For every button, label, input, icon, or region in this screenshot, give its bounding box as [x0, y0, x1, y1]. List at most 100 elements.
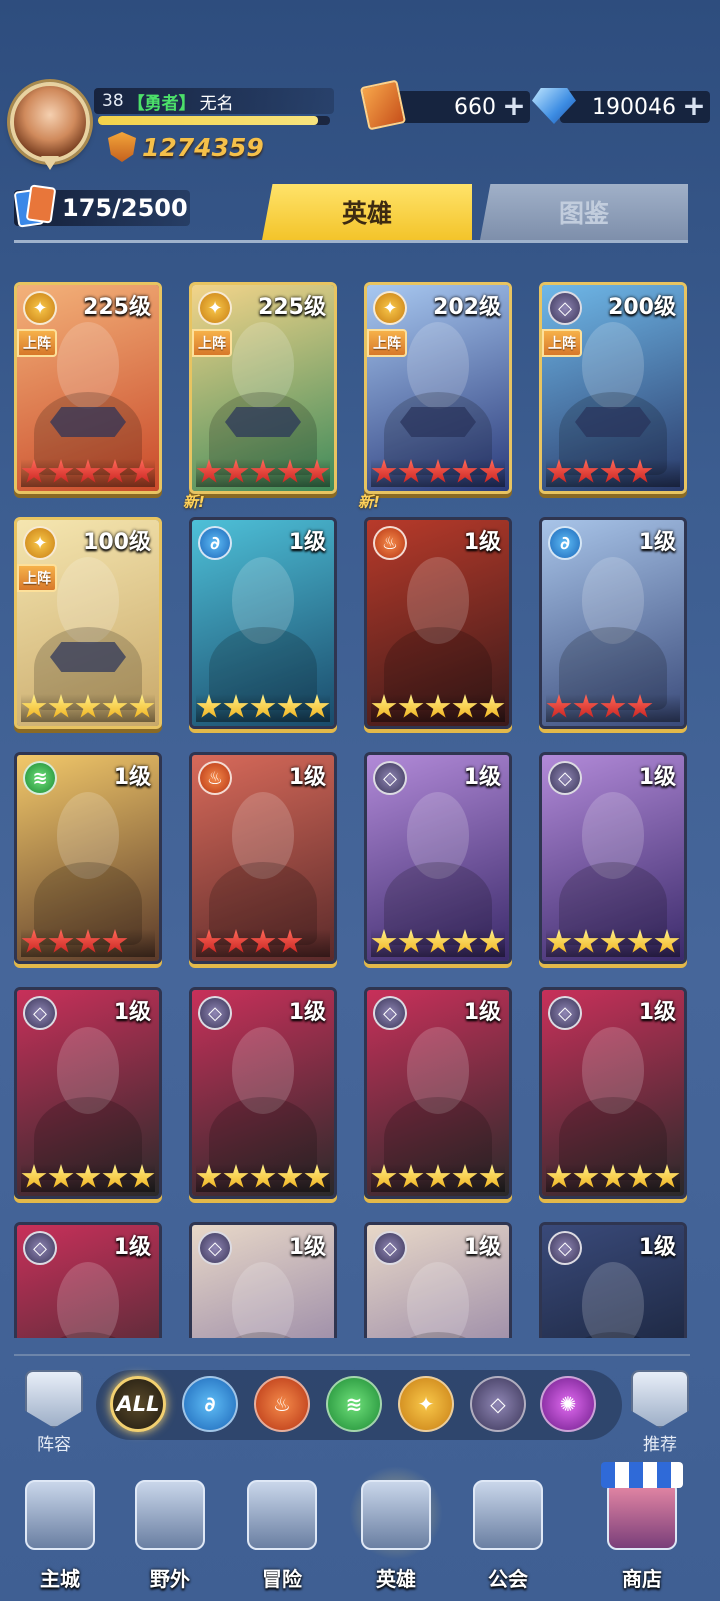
- tab-divider: [14, 240, 688, 243]
- star-icon: [196, 459, 222, 483]
- filter-fire-button[interactable]: ♨: [254, 1376, 310, 1432]
- tab-heroes[interactable]: 英雄: [262, 184, 472, 240]
- player-level: 38: [102, 91, 124, 111]
- divider: [14, 1354, 690, 1356]
- star-icon: [425, 929, 451, 953]
- hero-capacity-value: 175/2500: [62, 194, 188, 222]
- star-icon: [21, 929, 47, 953]
- nav-label: 公会: [488, 1567, 528, 1591]
- deployed-badge: 上阵: [17, 564, 57, 592]
- tab-codex-label: 图鉴: [558, 199, 609, 228]
- add-tickets-plus-icon[interactable]: +: [502, 92, 526, 120]
- hero-card[interactable]: ✦ 225级 上阵: [189, 282, 337, 494]
- hero-card[interactable]: ◇ 1级: [364, 987, 512, 1199]
- star-icon: [102, 1164, 128, 1188]
- hero-card[interactable]: ◇ 1级: [539, 987, 687, 1199]
- star-icon: [479, 1164, 505, 1188]
- hero-card[interactable]: ∂ 1级: [539, 517, 687, 729]
- void-faction-icon: ◇: [373, 1231, 407, 1265]
- star-icon: [371, 1164, 397, 1188]
- nav-wild[interactable]: 野外: [120, 1462, 220, 1601]
- star-icon: [479, 929, 505, 953]
- nav-guild[interactable]: 公会: [458, 1462, 558, 1601]
- star-icon: [277, 929, 303, 953]
- star-icon: [304, 694, 330, 718]
- star-icon: [627, 459, 653, 483]
- hero-level: 1级: [463, 1235, 501, 1260]
- star-icon: [75, 929, 101, 953]
- hero-level: 1级: [638, 765, 676, 790]
- hero-card[interactable]: ◇ 200级 上阵: [539, 282, 687, 494]
- nav-label: 冒险: [262, 1567, 302, 1591]
- hero-card[interactable]: ◇ 1级: [14, 987, 162, 1199]
- star-rating: [371, 459, 505, 487]
- filter-void-button[interactable]: ◇: [470, 1376, 526, 1432]
- nav-main-city[interactable]: 主城: [10, 1462, 110, 1601]
- star-icon: [425, 459, 451, 483]
- star-icon: [304, 1164, 330, 1188]
- star-icon: [654, 1164, 680, 1188]
- nav-label: 野外: [150, 1567, 190, 1591]
- star-rating: [196, 459, 330, 487]
- star-icon: [452, 929, 478, 953]
- hero-card[interactable]: ✦ 202级 上阵: [364, 282, 512, 494]
- void-faction-icon: ◇: [548, 1231, 582, 1265]
- player-avatar[interactable]: [10, 82, 90, 162]
- hero-card[interactable]: ◇ 1级: [364, 1222, 512, 1338]
- void-faction-icon: ◇: [198, 1231, 232, 1265]
- recommend-button[interactable]: 推荐: [630, 1370, 690, 1455]
- water-faction-icon: ∂: [198, 526, 232, 560]
- nav-heroes[interactable]: 英雄: [346, 1462, 446, 1601]
- tab-codex[interactable]: 图鉴: [480, 184, 688, 240]
- star-icon: [425, 694, 451, 718]
- filter-wind-button[interactable]: ≋: [326, 1376, 382, 1432]
- nav-label: 商店: [622, 1567, 662, 1591]
- nav-adventure[interactable]: 冒险: [232, 1462, 332, 1601]
- hero-grid: ✦ 225级 上阵 ✦ 225级 上阵 ✦ 202级 上阵 ◇ 200级 上阵 ✦ 100级 上阵 ∂ 1级 新!…: [0, 282, 720, 1338]
- hero-card[interactable]: ♨ 1级: [364, 517, 512, 729]
- hero-level: 1级: [638, 530, 676, 555]
- void-faction-icon: ◇: [548, 761, 582, 795]
- star-icon: [546, 1164, 572, 1188]
- void-faction-icon: ◇: [23, 996, 57, 1030]
- star-icon: [223, 929, 249, 953]
- hero-card[interactable]: ∂ 1级: [189, 517, 337, 729]
- void-faction-icon: ◇: [373, 761, 407, 795]
- hero-level: 1级: [638, 1000, 676, 1025]
- filter-water-button[interactable]: ∂: [182, 1376, 238, 1432]
- star-icon: [452, 1164, 478, 1188]
- nav-shop[interactable]: 商店: [592, 1462, 692, 1601]
- lineup-shield-icon: [25, 1370, 83, 1428]
- add-gems-plus-icon[interactable]: +: [682, 92, 706, 120]
- cards-icon: [13, 184, 57, 228]
- star-icon: [627, 1164, 653, 1188]
- star-rating: [21, 929, 155, 957]
- hero-card[interactable]: ◇ 1级: [539, 1222, 687, 1338]
- hero-card[interactable]: ≋ 1级: [14, 752, 162, 964]
- hero-card[interactable]: ✦ 100级 上阵: [14, 517, 162, 729]
- hero-card[interactable]: ♨ 1级: [189, 752, 337, 964]
- lineup-button[interactable]: 阵容: [24, 1370, 84, 1455]
- star-icon: [21, 694, 47, 718]
- star-icon: [250, 694, 276, 718]
- hero-card[interactable]: ◇ 1级: [364, 752, 512, 964]
- hero-level: 1级: [463, 1000, 501, 1025]
- hero-card[interactable]: ◇ 1级: [14, 1222, 162, 1338]
- gem-currency: 190046 +: [560, 91, 710, 123]
- filter-psi-button[interactable]: ✺: [540, 1376, 596, 1432]
- hero-card[interactable]: ✦ 225级 上阵: [14, 282, 162, 494]
- filter-light-button[interactable]: ✦: [398, 1376, 454, 1432]
- filter-all-button[interactable]: ALL: [110, 1376, 166, 1432]
- hero-card[interactable]: ◇ 1级: [189, 1222, 337, 1338]
- star-icon: [398, 459, 424, 483]
- star-rating: [371, 929, 505, 957]
- new-badge: 新!: [358, 493, 380, 511]
- fire-faction-icon: ♨: [373, 526, 407, 560]
- star-icon: [398, 1164, 424, 1188]
- star-icon: [129, 459, 155, 483]
- star-icon: [48, 459, 74, 483]
- hero-card[interactable]: ◇ 1级: [189, 987, 337, 1199]
- faction-filter-bar: 阵容 推荐 ALL ∂ ♨ ≋ ✦ ◇ ✺: [0, 1340, 720, 1455]
- hero-card[interactable]: ◇ 1级: [539, 752, 687, 964]
- star-icon: [479, 459, 505, 483]
